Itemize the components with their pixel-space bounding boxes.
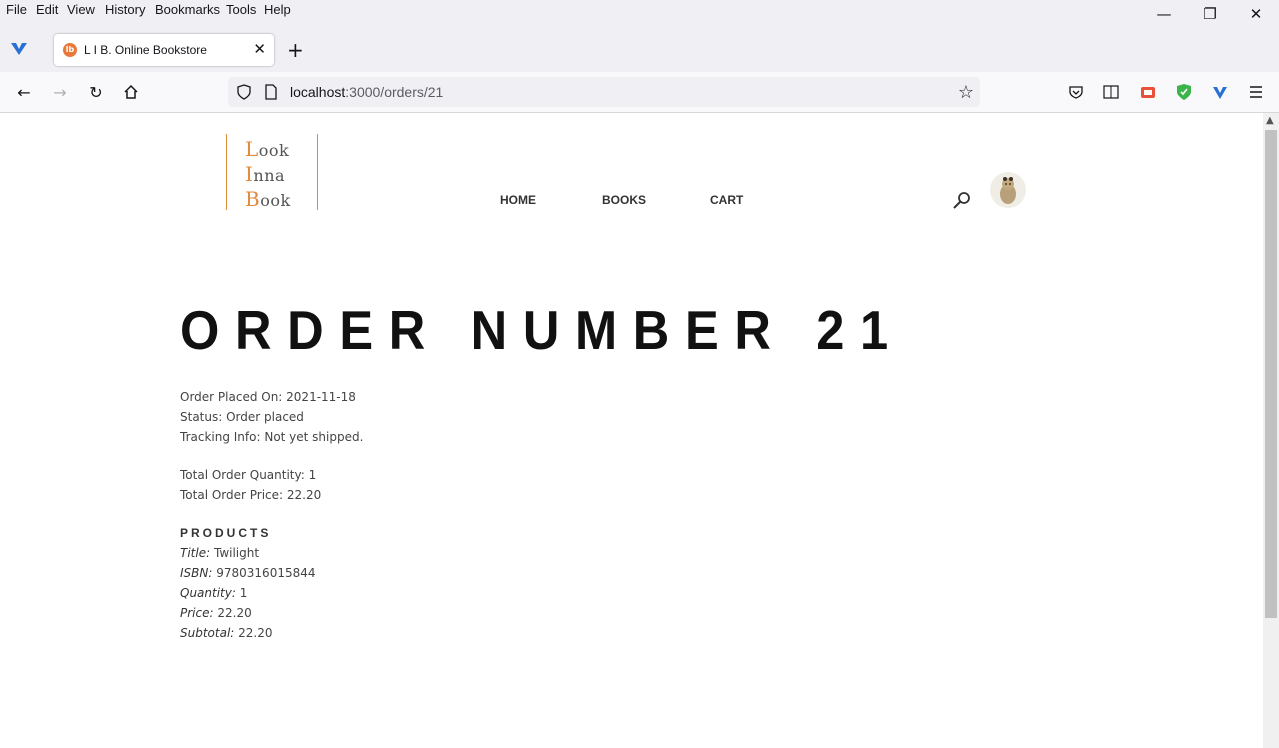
nav-books[interactable]: BOOKS [602, 193, 646, 207]
menu-file[interactable]: File [6, 2, 27, 17]
pocket-icon[interactable] [1068, 84, 1084, 104]
forward-icon[interactable]: → [48, 80, 72, 104]
products-heading: PRODUCTS [180, 526, 272, 540]
menu-tools[interactable]: Tools [226, 2, 256, 17]
site-logo[interactable]: Look Inna Book [226, 134, 318, 211]
menu-history[interactable]: History [105, 2, 145, 17]
reader-view-icon[interactable] [1103, 84, 1119, 104]
hamburger-menu-icon[interactable] [1248, 84, 1264, 104]
adblock-shield-icon[interactable] [1176, 83, 1192, 105]
product-title: Title: Twilight [180, 546, 260, 560]
nav-home[interactable]: HOME [500, 193, 536, 207]
new-tab-icon[interactable]: + [287, 38, 304, 62]
search-icon[interactable] [952, 191, 972, 211]
product-isbn: ISBN: 9780316015844 [180, 566, 316, 580]
logo-line: Book [245, 187, 291, 211]
close-tab-icon[interactable]: ✕ [253, 40, 266, 58]
order-status: Status: Order placed [180, 410, 304, 424]
product-price: Price: 22.20 [180, 606, 252, 620]
nav-cart[interactable]: CART [710, 193, 743, 207]
home-icon[interactable] [119, 80, 143, 104]
product-quantity: Quantity: 1 [180, 586, 248, 600]
url-bar[interactable]: localhost:3000/orders/21 ☆ [228, 77, 980, 107]
page-title: ORDER NUMBER 21 [180, 299, 904, 361]
menu-bookmarks[interactable]: Bookmarks [155, 2, 220, 17]
total-price: Total Order Price: 22.20 [180, 488, 322, 502]
order-placed-on: Order Placed On: 2021-11-18 [180, 390, 356, 404]
tab-title: L I B. Online Bookstore [84, 43, 207, 57]
menu-edit[interactable]: Edit [36, 2, 58, 17]
scrollbar-thumb[interactable] [1265, 130, 1277, 618]
logo-line: Look [245, 137, 290, 161]
favicon-icon: lb [63, 43, 77, 57]
total-quantity: Total Order Quantity: 1 [180, 468, 317, 482]
reload-icon[interactable]: ↻ [84, 80, 108, 104]
url-text[interactable]: localhost:3000/orders/21 [290, 84, 443, 100]
menu-bar: File Edit View History Bookmarks Tools H… [0, 0, 1279, 20]
vpn-extension-icon[interactable] [1212, 85, 1228, 104]
menu-view[interactable]: View [67, 2, 95, 17]
back-icon[interactable]: ← [12, 80, 36, 104]
tab-bookstore[interactable]: lb L I B. Online Bookstore ✕ [54, 34, 274, 66]
page-icon[interactable] [264, 84, 278, 104]
screenshot-extension-icon[interactable] [1140, 84, 1156, 104]
menu-help[interactable]: Help [264, 2, 291, 17]
shield-icon[interactable] [236, 84, 252, 104]
product-subtotal: Subtotal: 22.20 [180, 626, 273, 640]
user-avatar[interactable] [990, 172, 1026, 208]
extension-icon[interactable] [10, 41, 28, 61]
scroll-up-icon[interactable]: ▲ [1266, 115, 1274, 126]
tracking-info: Tracking Info: Not yet shipped. [180, 430, 364, 444]
bookmark-star-icon[interactable]: ☆ [958, 82, 974, 103]
logo-line: Inna [245, 162, 286, 186]
